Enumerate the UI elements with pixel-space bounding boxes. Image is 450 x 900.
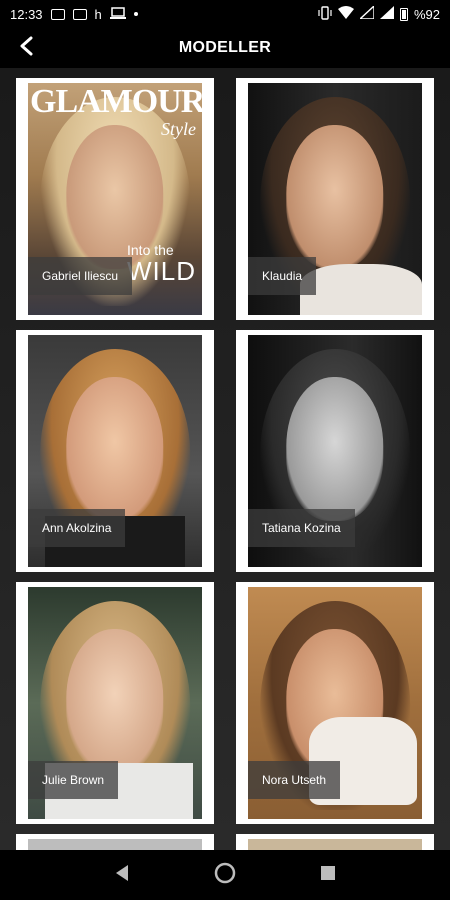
model-photo: Klaudia (248, 83, 422, 315)
model-photo: Ann Akolzina (28, 335, 202, 567)
model-photo: Tatiana Kozina (248, 335, 422, 567)
model-photo (28, 839, 202, 850)
model-name: Tatiana Kozina (262, 521, 341, 535)
model-name-tag: Julie Brown (28, 761, 119, 799)
model-card-tatiana-kozina[interactable]: Tatiana Kozina (236, 330, 434, 572)
model-card-partial[interactable] (16, 834, 214, 850)
app-bar: MODELLER (0, 28, 450, 68)
vibrate-icon (318, 5, 332, 23)
signal-icon-2 (379, 6, 394, 22)
model-photo (248, 839, 422, 850)
face-shape (286, 376, 384, 521)
model-photo: Nora Utseth (248, 587, 422, 819)
model-card-julie-brown[interactable]: Julie Brown (16, 582, 214, 824)
nav-back-button[interactable] (107, 860, 137, 890)
face-shape (66, 628, 164, 773)
notification-icon (50, 8, 65, 20)
signal-icon (358, 4, 375, 22)
face-shape (66, 376, 164, 521)
model-name: Klaudia (262, 269, 303, 283)
model-photo: Julie Brown (28, 587, 202, 819)
shoulder-shape (300, 263, 422, 315)
model-name: Ann Akolzina (42, 521, 112, 535)
model-card-partial[interactable] (236, 834, 434, 850)
carrier-letter: h (94, 6, 102, 22)
model-name-tag: Nora Utseth (248, 761, 341, 799)
square-recents-icon (320, 865, 336, 886)
magazine-title: GLAMOUR (30, 83, 202, 120)
model-grid: GLAMOUR Style Into the WILD Gabriel Ilie… (0, 68, 450, 850)
model-name-tag: Gabriel Iliescu (28, 257, 133, 295)
model-name: Gabriel Iliescu (42, 269, 119, 283)
model-card-nora-utseth[interactable]: Nora Utseth (236, 582, 434, 824)
model-name-tag: Tatiana Kozina (248, 509, 355, 547)
circle-home-icon (214, 862, 236, 889)
battery-icon (399, 7, 408, 21)
status-time: 12:33 (10, 6, 43, 22)
page-title: MODELLER (178, 39, 272, 56)
nav-recents-button[interactable] (313, 860, 343, 890)
back-arrow-icon (18, 36, 34, 61)
battery-percent: %92 (413, 6, 440, 22)
magazine-subtitle: Style (161, 119, 196, 139)
face-shape (286, 124, 384, 269)
laptop-icon (109, 6, 126, 22)
model-card-ann-akolzina[interactable]: Ann Akolzina (16, 330, 214, 572)
headline-big: WILD (127, 255, 196, 286)
system-nav-bar (0, 850, 450, 900)
status-bar: 12:33 h %92 (0, 0, 450, 28)
nav-home-button[interactable] (210, 860, 240, 890)
dot-icon (133, 12, 138, 16)
model-card-gabriel-iliescu[interactable]: GLAMOUR Style Into the WILD Gabriel Ilie… (16, 78, 214, 320)
back-button[interactable] (12, 34, 40, 62)
model-card-klaudia[interactable]: Klaudia (236, 78, 434, 320)
model-name: Nora Utseth (262, 773, 327, 787)
model-photo: GLAMOUR Style Into the WILD Gabriel Ilie… (28, 83, 202, 315)
model-name-tag: Klaudia (248, 257, 317, 295)
model-name-tag: Ann Akolzina (28, 509, 126, 547)
magazine-headline: Into the WILD (127, 243, 196, 285)
image-notification-icon (72, 8, 87, 20)
wifi-icon (337, 6, 354, 22)
model-name: Julie Brown (42, 773, 105, 787)
triangle-back-icon (114, 864, 130, 887)
